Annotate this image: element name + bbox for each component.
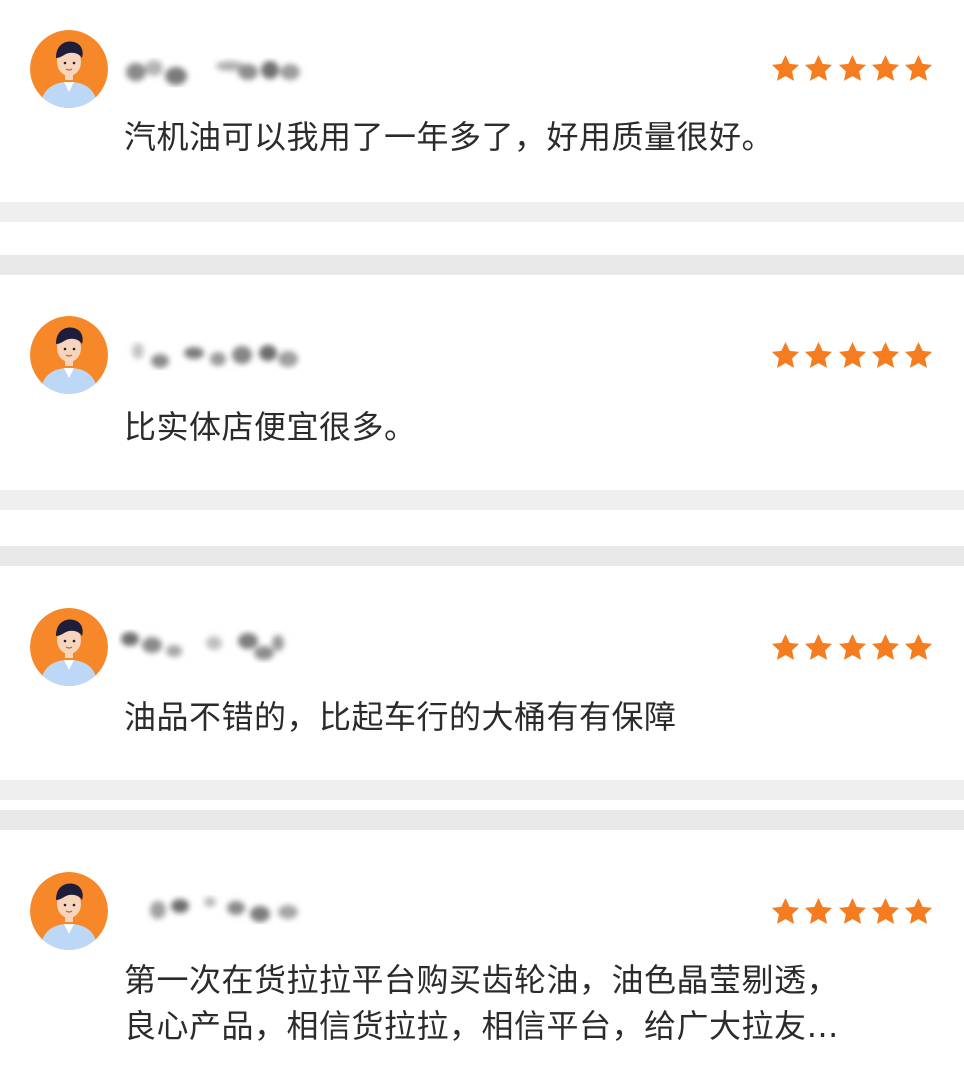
reviewer-name-blurred	[118, 625, 318, 665]
star-icon	[771, 341, 800, 368]
star-icon	[904, 633, 933, 660]
review-text: 比实体店便宜很多。	[124, 408, 417, 446]
reviewer-name-blurred	[118, 335, 318, 375]
separator	[0, 202, 964, 222]
star-icon	[838, 341, 866, 368]
star-icon	[805, 341, 833, 368]
rating-stars	[770, 340, 934, 374]
star-icon	[838, 633, 866, 660]
star-icon	[871, 633, 899, 660]
star-icon	[805, 633, 833, 660]
separator	[0, 546, 964, 566]
separator	[0, 490, 964, 510]
star-icon	[805, 897, 833, 924]
star-icon	[838, 897, 866, 924]
star-icon	[805, 54, 833, 81]
star-icon	[904, 897, 933, 924]
star-icon	[871, 897, 899, 924]
user-avatar-icon[interactable]	[30, 872, 108, 950]
star-icon	[838, 54, 866, 81]
separator	[0, 810, 964, 830]
user-avatar-icon[interactable]	[30, 316, 108, 394]
user-avatar-icon[interactable]	[30, 608, 108, 686]
star-icon	[904, 54, 933, 81]
rating-stars	[770, 632, 934, 666]
review-text: 油品不错的，比起车行的大桶有有保障	[124, 698, 677, 736]
star-icon	[771, 897, 800, 924]
rating-stars	[770, 896, 934, 930]
star-icon	[771, 633, 800, 660]
review-text: 第一次在货拉拉平台购买齿轮油，油色晶莹剔透， 良心产品，相信货拉拉，相信平台，给…	[124, 961, 840, 1045]
review-card	[0, 0, 964, 200]
reviewer-name-blurred	[118, 50, 318, 90]
rating-stars	[770, 53, 934, 87]
star-icon	[871, 54, 899, 81]
review-list: 汽机油可以我用了一年多了，好用质量很好。 比实体店便宜很多。 油品不错的，比起车…	[0, 0, 964, 1068]
separator	[0, 780, 964, 800]
reviewer-name-blurred	[118, 890, 318, 930]
review-text: 汽机油可以我用了一年多了，好用质量很好。	[124, 118, 775, 156]
star-icon	[771, 54, 800, 81]
separator	[0, 255, 964, 275]
star-icon	[904, 341, 933, 368]
user-avatar-icon[interactable]	[30, 30, 108, 108]
star-icon	[871, 341, 899, 368]
